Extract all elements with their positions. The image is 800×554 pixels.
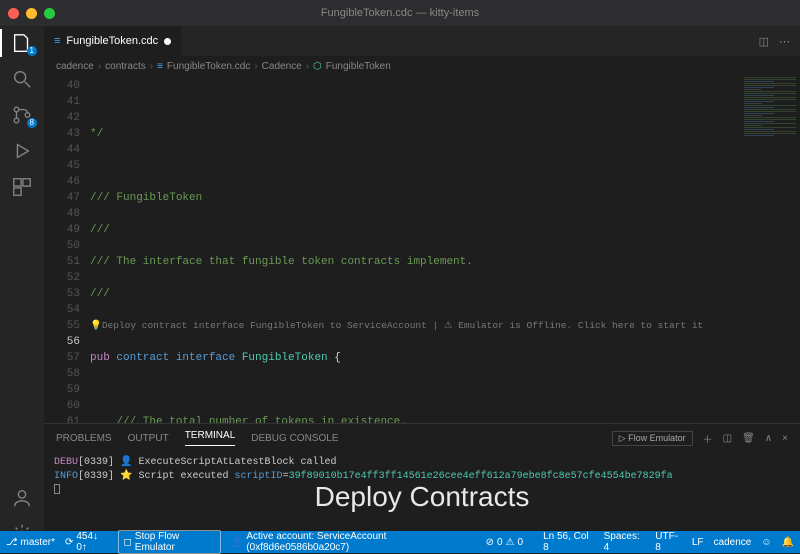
breadcrumb-item[interactable]: contracts	[105, 61, 146, 72]
file-tab-label: FungibleToken.cdc	[66, 35, 158, 47]
breadcrumb-item[interactable]: cadence	[56, 61, 94, 72]
maximize-panel-icon[interactable]: ∧	[765, 433, 772, 444]
search-icon[interactable]	[11, 68, 33, 90]
notifications-icon[interactable]: 🔔	[782, 537, 794, 548]
cursor-position[interactable]: Ln 56, Col 8	[543, 531, 594, 553]
tab-actions: ◫ ⋯	[759, 35, 800, 48]
terminal-selector[interactable]: ▷ Flow Emulator	[612, 431, 693, 446]
editor-tabs: ≡ FungibleToken.cdc ◫ ⋯	[44, 26, 800, 56]
panel-tabs: PROBLEMS OUTPUT TERMINAL DEBUG CONSOLE ▷…	[44, 424, 800, 452]
eol[interactable]: LF	[692, 537, 704, 548]
scm-badge: 8	[27, 118, 37, 128]
active-account[interactable]: 👤Active account: ServiceAccount (0xf8d6e…	[231, 531, 476, 553]
codelens-hint[interactable]: 💡Deploy contract interface FungibleToken…	[90, 318, 800, 334]
branch-icon: ⎇	[6, 537, 18, 548]
breadcrumb-item[interactable]: Cadence	[262, 61, 302, 72]
stop-emulator-button[interactable]: ◻ Stop Flow Emulator	[118, 530, 220, 554]
extensions-icon[interactable]	[11, 176, 33, 198]
language-mode[interactable]: cadence	[714, 537, 752, 548]
split-terminal-icon[interactable]: ◫	[723, 433, 732, 444]
spaces-setting[interactable]: Spaces: 4	[604, 531, 646, 553]
activity-bar: 1 8	[0, 26, 44, 553]
error-icon: ⊘	[486, 537, 494, 548]
code-content[interactable]: */ /// FungibleToken /// /// The interfa…	[90, 76, 800, 423]
git-branch[interactable]: ⎇master*	[6, 537, 55, 548]
person-icon: 👤	[231, 537, 243, 548]
file-icon: ≡	[54, 35, 60, 47]
warning-icon: ⚠	[506, 537, 515, 548]
editor-area: ≡ FungibleToken.cdc ◫ ⋯ cadence› contrac…	[44, 26, 800, 553]
debug-icon[interactable]	[11, 140, 33, 162]
new-terminal-icon[interactable]: ＋	[703, 431, 713, 446]
tab-debug-console[interactable]: DEBUG CONSOLE	[251, 433, 338, 444]
gutter: 4041424344454647484950515253545556575859…	[44, 76, 90, 423]
source-control-icon[interactable]: 8	[11, 104, 33, 126]
kill-terminal-icon[interactable]: 🗑	[742, 433, 755, 444]
feedback-icon[interactable]: ☺	[761, 537, 771, 548]
close-panel-icon[interactable]: ×	[782, 433, 788, 444]
tab-problems[interactable]: PROBLEMS	[56, 433, 112, 444]
account-icon[interactable]	[11, 487, 33, 509]
encoding[interactable]: UTF-8	[655, 531, 682, 553]
status-bar: ⎇master* ⟳454↓ 0↑ ◻ Stop Flow Emulator 👤…	[0, 531, 800, 553]
breadcrumb-item[interactable]: FungibleToken	[326, 61, 391, 72]
dirty-indicator	[164, 38, 171, 45]
breadcrumb-item[interactable]: FungibleToken.cdc	[167, 61, 250, 72]
errors-status[interactable]: ⊘0 ⚠0	[486, 537, 523, 548]
tab-output[interactable]: OUTPUT	[128, 433, 169, 444]
window-title: FungibleToken.cdc — kitty-items	[0, 7, 800, 19]
code-editor[interactable]: 4041424344454647484950515253545556575859…	[44, 76, 800, 423]
main-area: 1 8 ≡ FungibleToken.cdc	[0, 26, 800, 553]
presentation-overlay: Deploy Contracts	[44, 481, 800, 513]
explorer-icon[interactable]: 1	[11, 32, 33, 54]
more-actions-icon[interactable]: ⋯	[779, 35, 790, 48]
tab-terminal[interactable]: TERMINAL	[185, 430, 236, 446]
minimap[interactable]	[740, 76, 800, 423]
split-editor-icon[interactable]: ◫	[759, 35, 769, 48]
git-sync[interactable]: ⟳454↓ 0↑	[65, 531, 109, 553]
titlebar: FungibleToken.cdc — kitty-items	[0, 0, 800, 26]
breadcrumb[interactable]: cadence› contracts› ≡FungibleToken.cdc› …	[44, 56, 800, 76]
file-tab[interactable]: ≡ FungibleToken.cdc	[44, 26, 182, 56]
sync-icon: ⟳	[65, 537, 73, 548]
explorer-badge: 1	[27, 46, 37, 56]
